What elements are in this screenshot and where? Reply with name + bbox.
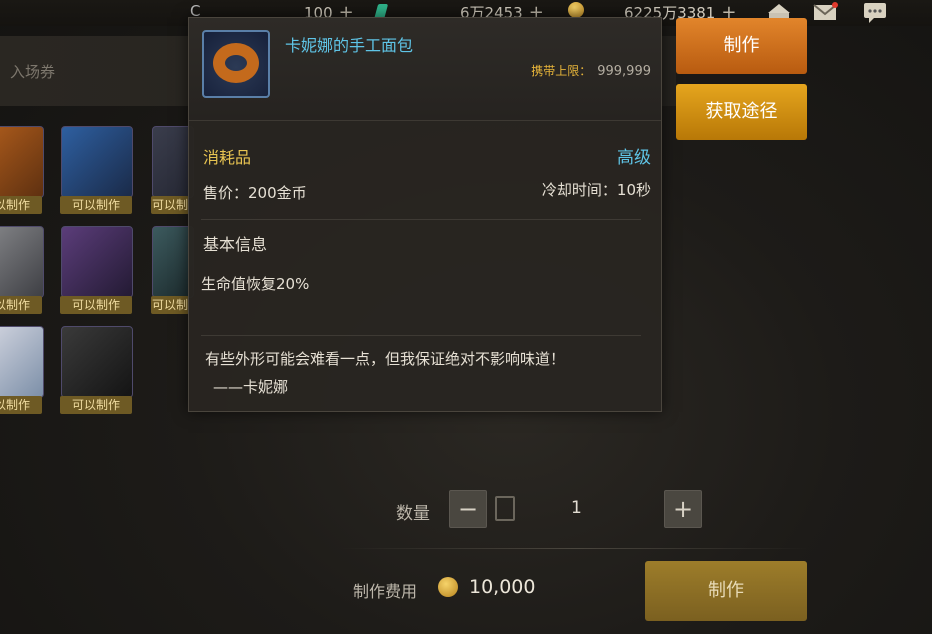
- item-tooltip: 卡妮娜的手工面包 携带上限： 999,999 消耗品 高级 售价：200金币 冷却…: [188, 17, 662, 412]
- ticket-tab[interactable]: 入场券: [10, 61, 55, 82]
- can-craft-tag: 可以制作: [60, 396, 132, 414]
- make-button[interactable]: 制作: [676, 18, 807, 74]
- item-price: 售价：200金币: [203, 184, 307, 202]
- recipe-slot[interactable]: [61, 326, 133, 398]
- flavor-text: 有些外形可能会难看一点，但我保证绝对不影响味道！: [205, 350, 566, 368]
- can-craft-tag: 可以制作: [60, 196, 132, 214]
- calculator-icon[interactable]: [495, 496, 515, 521]
- quantity-decrease-button[interactable]: −: [449, 490, 487, 528]
- divider: [340, 548, 810, 549]
- can-craft-tag: 可以制作: [60, 296, 132, 314]
- quantity-input[interactable]: 1: [571, 498, 582, 518]
- can-craft-tag: 可以制作: [0, 396, 42, 414]
- chat-icon[interactable]: [862, 1, 888, 23]
- carry-limit-label: 携带上限：: [531, 64, 592, 78]
- can-craft-tag: 可以制作: [151, 296, 189, 314]
- divider: [201, 219, 641, 220]
- item-effect: 生命值恢复20%: [201, 275, 310, 293]
- craft-cost-value: 10,000: [469, 576, 536, 598]
- craft-cost-label: 制作费用: [353, 582, 418, 601]
- recipe-slot[interactable]: [0, 326, 44, 398]
- tooltip-header: 卡妮娜的手工面包 携带上限： 999,999: [189, 18, 661, 121]
- item-thumbnail: [202, 30, 270, 98]
- item-grade: 高级: [617, 148, 651, 168]
- can-craft-tag: 可以制作: [0, 196, 42, 214]
- recipe-slot[interactable]: [61, 126, 133, 198]
- mail-icon[interactable]: [812, 1, 838, 23]
- carry-limit: 携带上限： 999,999: [531, 62, 651, 79]
- can-craft-tag: 可以制作: [151, 196, 189, 214]
- recipe-slot[interactable]: [61, 226, 133, 298]
- divider: [201, 335, 641, 336]
- obtain-source-button[interactable]: 获取途径: [676, 84, 807, 140]
- carry-limit-value: 999,999: [597, 64, 651, 79]
- craft-confirm-button[interactable]: 制作: [645, 561, 807, 621]
- gold-coin-icon: [438, 577, 458, 597]
- quantity-label: 数量: [396, 504, 430, 524]
- recipe-slot[interactable]: [0, 226, 44, 298]
- item-name: 卡妮娜的手工面包: [285, 36, 414, 55]
- basic-info-title: 基本信息: [203, 235, 268, 254]
- recipe-slot[interactable]: [0, 126, 44, 198]
- quantity-increase-button[interactable]: +: [664, 490, 702, 528]
- gold-coin-icon: [568, 2, 584, 18]
- item-category: 消耗品: [203, 148, 252, 167]
- flavor-author: ——卡妮娜: [213, 378, 289, 396]
- item-cooldown: 冷却时间：10秒: [541, 181, 651, 199]
- can-craft-tag: 可以制作: [0, 296, 42, 314]
- bread-icon: [213, 43, 259, 83]
